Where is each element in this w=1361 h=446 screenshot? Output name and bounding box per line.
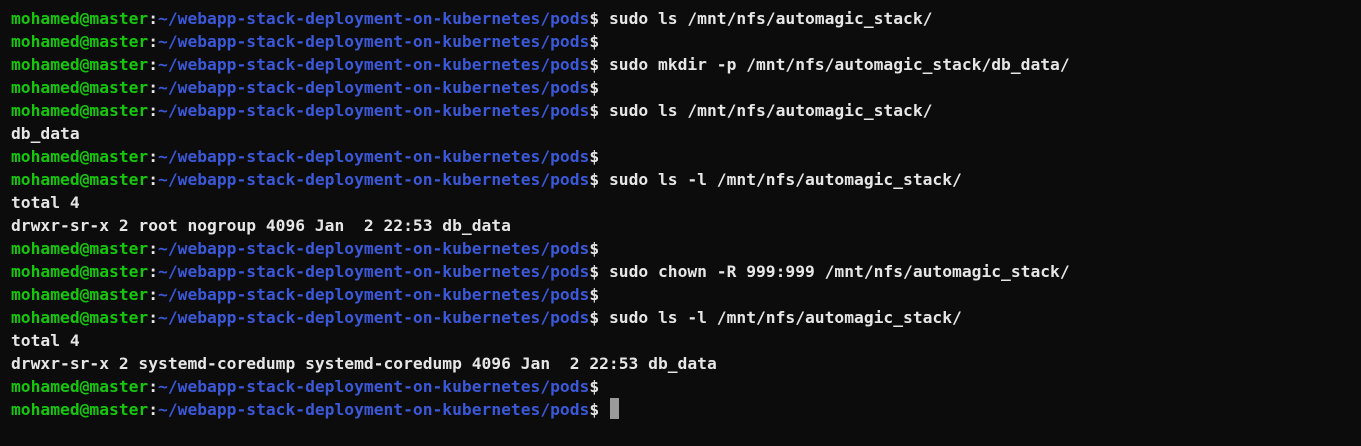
prompt-line: mohamed@master:~/webapp-stack-deployment… [11, 398, 1361, 421]
prompt-separator: : [148, 170, 159, 189]
prompt-user-host: mohamed@master [11, 377, 149, 396]
output-line: total 4 [11, 329, 1361, 352]
text-cursor[interactable] [609, 398, 619, 419]
prompt-separator: : [148, 147, 159, 166]
prompt-user-host: mohamed@master [11, 308, 149, 327]
prompt-separator: : [148, 262, 159, 281]
prompt-user-host: mohamed@master [11, 101, 149, 120]
prompt-separator: : [148, 101, 159, 120]
output-line: total 4 [11, 191, 1361, 214]
prompt-line: mohamed@master:~/webapp-stack-deployment… [11, 30, 1361, 53]
prompt-line: mohamed@master:~/webapp-stack-deployment… [11, 168, 1361, 191]
prompt-symbol: $ [589, 239, 600, 258]
prompt-path: ~/webapp-stack-deployment-on-kubernetes/… [158, 101, 590, 120]
prompt-symbol: $ [589, 55, 600, 74]
prompt-separator: : [148, 308, 159, 327]
prompt-separator: : [148, 239, 159, 258]
command-text: sudo mkdir -p /mnt/nfs/automagic_stack/d… [599, 55, 1070, 74]
prompt-line: mohamed@master:~/webapp-stack-deployment… [11, 99, 1361, 122]
prompt-user-host: mohamed@master [11, 239, 149, 258]
prompt-symbol: $ [589, 101, 600, 120]
prompt-separator: : [148, 78, 159, 97]
command-text: sudo ls /mnt/nfs/automagic_stack/ [599, 9, 933, 28]
output-line: drwxr-sr-x 2 systemd-coredump systemd-co… [11, 352, 1361, 375]
output-line: drwxr-sr-x 2 root nogroup 4096 Jan 2 22:… [11, 214, 1361, 237]
prompt-separator: : [148, 32, 159, 51]
prompt-line: mohamed@master:~/webapp-stack-deployment… [11, 145, 1361, 168]
prompt-symbol: $ [589, 147, 600, 166]
prompt-user-host: mohamed@master [11, 147, 149, 166]
prompt-user-host: mohamed@master [11, 170, 149, 189]
prompt-line: mohamed@master:~/webapp-stack-deployment… [11, 283, 1361, 306]
prompt-symbol: $ [589, 308, 600, 327]
prompt-path: ~/webapp-stack-deployment-on-kubernetes/… [158, 400, 590, 419]
prompt-line: mohamed@master:~/webapp-stack-deployment… [11, 260, 1361, 283]
prompt-user-host: mohamed@master [11, 9, 149, 28]
prompt-line: mohamed@master:~/webapp-stack-deployment… [11, 375, 1361, 398]
prompt-symbol: $ [589, 9, 600, 28]
prompt-symbol: $ [589, 377, 600, 396]
prompt-symbol: $ [589, 170, 600, 189]
prompt-line: mohamed@master:~/webapp-stack-deployment… [11, 306, 1361, 329]
prompt-user-host: mohamed@master [11, 32, 149, 51]
prompt-user-host: mohamed@master [11, 400, 149, 419]
command-text: sudo ls -l /mnt/nfs/automagic_stack/ [599, 170, 962, 189]
command-text: sudo ls -l /mnt/nfs/automagic_stack/ [599, 308, 962, 327]
output-text: total 4 [11, 193, 80, 212]
prompt-symbol: $ [589, 400, 600, 419]
prompt-user-host: mohamed@master [11, 55, 149, 74]
prompt-path: ~/webapp-stack-deployment-on-kubernetes/… [158, 78, 590, 97]
output-text: total 4 [11, 331, 80, 350]
prompt-path: ~/webapp-stack-deployment-on-kubernetes/… [158, 285, 590, 304]
prompt-user-host: mohamed@master [11, 262, 149, 281]
prompt-line: mohamed@master:~/webapp-stack-deployment… [11, 237, 1361, 260]
prompt-separator: : [148, 9, 159, 28]
prompt-line: mohamed@master:~/webapp-stack-deployment… [11, 7, 1361, 30]
prompt-line: mohamed@master:~/webapp-stack-deployment… [11, 53, 1361, 76]
prompt-line: mohamed@master:~/webapp-stack-deployment… [11, 76, 1361, 99]
prompt-path: ~/webapp-stack-deployment-on-kubernetes/… [158, 308, 590, 327]
prompt-symbol: $ [589, 262, 600, 281]
terminal-window[interactable]: mohamed@master:~/webapp-stack-deployment… [0, 0, 1361, 446]
prompt-path: ~/webapp-stack-deployment-on-kubernetes/… [158, 262, 590, 281]
prompt-path: ~/webapp-stack-deployment-on-kubernetes/… [158, 170, 590, 189]
prompt-separator: : [148, 400, 159, 419]
output-text: drwxr-sr-x 2 root nogroup 4096 Jan 2 22:… [11, 216, 511, 235]
prompt-symbol: $ [589, 285, 600, 304]
command-text: sudo chown -R 999:999 /mnt/nfs/automagic… [599, 262, 1070, 281]
prompt-path: ~/webapp-stack-deployment-on-kubernetes/… [158, 9, 590, 28]
prompt-path: ~/webapp-stack-deployment-on-kubernetes/… [158, 239, 590, 258]
command-text [599, 400, 609, 419]
prompt-separator: : [148, 55, 159, 74]
prompt-path: ~/webapp-stack-deployment-on-kubernetes/… [158, 147, 590, 166]
prompt-user-host: mohamed@master [11, 285, 149, 304]
prompt-path: ~/webapp-stack-deployment-on-kubernetes/… [158, 32, 590, 51]
prompt-symbol: $ [589, 32, 600, 51]
output-line: db_data [11, 122, 1361, 145]
prompt-separator: : [148, 285, 159, 304]
prompt-user-host: mohamed@master [11, 78, 149, 97]
prompt-symbol: $ [589, 78, 600, 97]
command-text: sudo ls /mnt/nfs/automagic_stack/ [599, 101, 933, 120]
prompt-path: ~/webapp-stack-deployment-on-kubernetes/… [158, 55, 590, 74]
output-text: drwxr-sr-x 2 systemd-coredump systemd-co… [11, 354, 717, 373]
prompt-path: ~/webapp-stack-deployment-on-kubernetes/… [158, 377, 590, 396]
prompt-separator: : [148, 377, 159, 396]
output-text: db_data [11, 124, 80, 143]
